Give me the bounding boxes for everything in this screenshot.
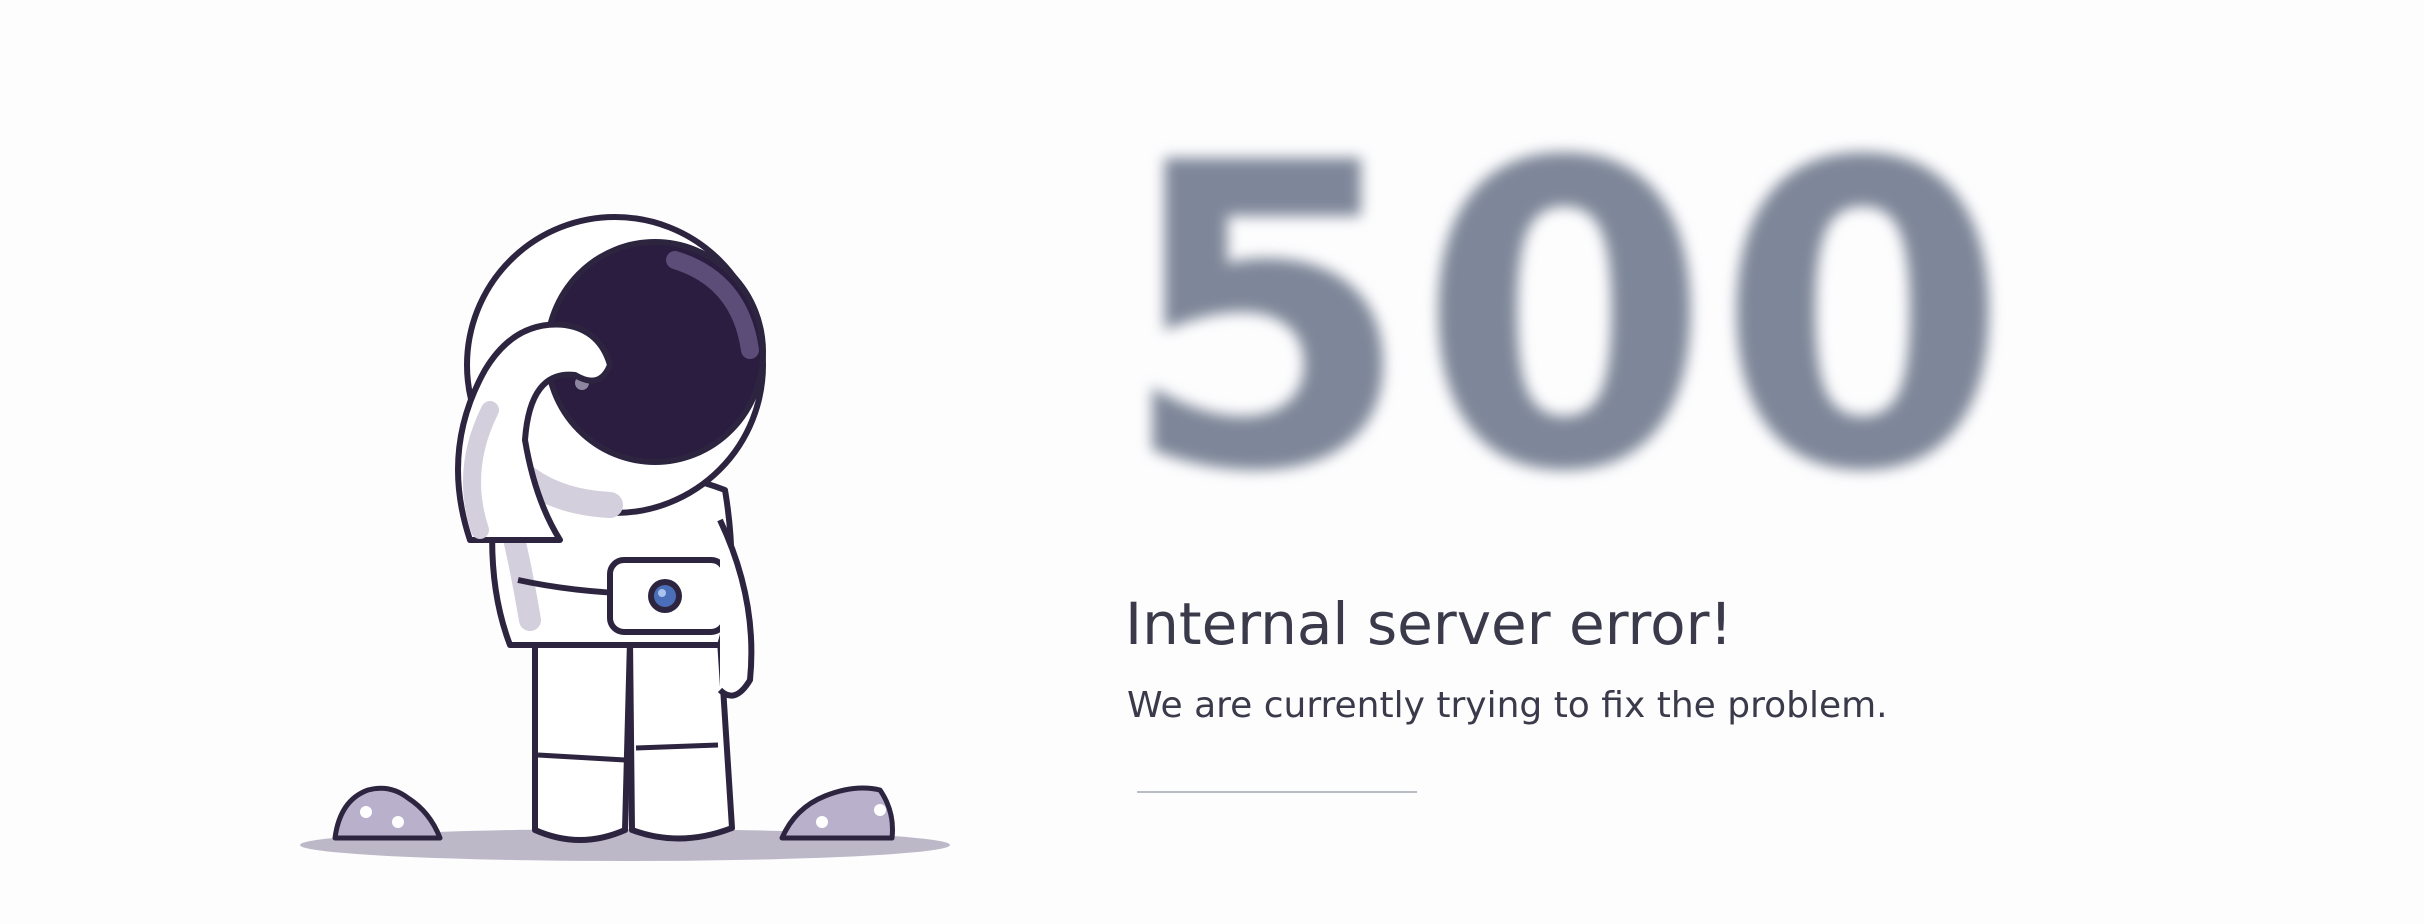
error-title: Internal server error! [1125, 590, 1733, 658]
rock-left-icon [332, 785, 443, 841]
divider [1137, 791, 1417, 793]
error-message: We are currently trying to fix the probl… [1127, 685, 1888, 726]
error-code: 500 [1120, 75, 2015, 564]
astronaut-illustration [280, 200, 980, 880]
rock-right-icon [779, 785, 895, 841]
